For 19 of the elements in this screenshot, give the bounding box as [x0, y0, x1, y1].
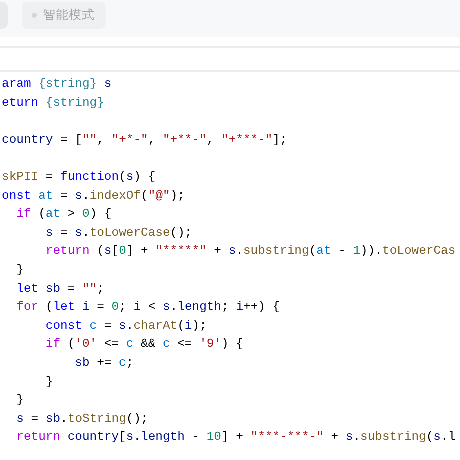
code-line: } — [16, 392, 25, 410]
code-line: skPII = function(s) { — [2, 168, 157, 186]
code-line: country = ["", "+*-", "+**-", "+***-"]; — [2, 132, 288, 149]
code-line: return country[s.length - 10] + "***-***-" + s.substring(s.l — [16, 429, 457, 446]
code-line: if (at > 0) { — [16, 206, 113, 224]
code-line: return (s[0] + "*****" + s.substring(at - 1)).toLowerCas — [44, 243, 457, 260]
mode-button[interactable]: 智能模式 — [22, 2, 106, 29]
code-line: eturn {string} — [2, 94, 106, 112]
code-line: } — [16, 262, 25, 279]
code-line: let sb = ""; — [16, 280, 106, 298]
code-line: if ('0' <= c && c <= '9') { — [44, 336, 244, 354]
code-line: for (let i = 0; i < s.length; i++) { — [16, 299, 282, 316]
code-line: sb += c; — [74, 354, 135, 372]
code-line: aram {string} s — [2, 76, 113, 93]
code-line: s = s.toLowerCase(); — [44, 224, 194, 242]
code-line: onst at = s.indexOf("@"); — [2, 188, 186, 205]
code-line: const c = s.charAt(i); — [44, 318, 208, 335]
code-line: s = sb.toString(); — [16, 410, 150, 428]
code-line: } — [44, 374, 54, 390]
